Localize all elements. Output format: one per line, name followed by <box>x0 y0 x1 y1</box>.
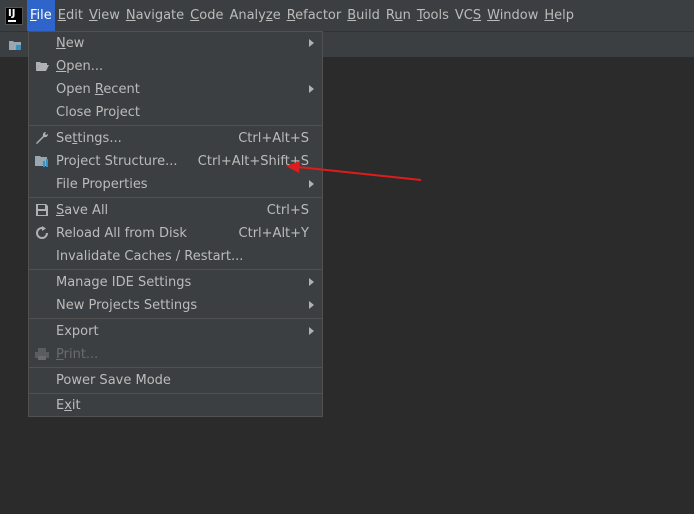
menu-separator <box>29 125 322 126</box>
menu-item-power-save-mode[interactable]: Power Save Mode <box>29 369 322 392</box>
menu-item-project-structure[interactable]: Project Structure... Ctrl+Alt+Shift+S <box>29 150 322 173</box>
menu-build[interactable]: Build <box>344 0 383 31</box>
menu-file[interactable]: File <box>27 0 55 31</box>
menu-item-label: Export <box>56 324 99 339</box>
submenu-arrow-icon <box>309 39 314 47</box>
project-folder-icon[interactable] <box>9 40 21 50</box>
submenu-arrow-icon <box>309 278 314 286</box>
menu-item-invalidate-caches[interactable]: Invalidate Caches / Restart... <box>29 245 322 268</box>
menu-vcs[interactable]: VCS <box>452 0 484 31</box>
project-structure-icon <box>35 156 48 167</box>
menu-item-manage-ide-settings[interactable]: Manage IDE Settings <box>29 271 322 294</box>
menu-code[interactable]: Code <box>187 0 226 31</box>
menu-separator <box>29 197 322 198</box>
menu-separator <box>29 367 322 368</box>
wrench-icon <box>36 131 49 144</box>
menu-navigate[interactable]: Navigate <box>123 0 187 31</box>
menu-item-shortcut: Ctrl+Alt+Shift+S <box>197 154 309 169</box>
menu-separator <box>29 318 322 319</box>
menu-help[interactable]: Help <box>541 0 577 31</box>
menu-item-exit[interactable]: Exit <box>29 394 322 417</box>
menu-item-export[interactable]: Export <box>29 320 322 343</box>
submenu-arrow-icon <box>309 301 314 309</box>
menu-item-print: Print... <box>29 343 322 366</box>
menu-item-label: Power Save Mode <box>56 373 171 388</box>
menu-item-close-project[interactable]: Close Project <box>29 101 322 124</box>
menu-item-label: Open... <box>56 59 104 74</box>
menu-item-label: Print... <box>56 347 99 362</box>
menu-item-shortcut: Ctrl+Alt+S <box>238 131 309 146</box>
submenu-arrow-icon <box>309 180 314 188</box>
menu-item-label: Open Recent <box>56 82 140 97</box>
menu-refactor[interactable]: Refactor <box>284 0 345 31</box>
open-folder-icon <box>36 62 49 71</box>
menu-separator <box>29 269 322 270</box>
menu-item-label: Exit <box>56 398 81 413</box>
menu-item-new[interactable]: New <box>29 32 322 55</box>
submenu-arrow-icon <box>309 327 314 335</box>
menu-item-label: Reload All from Disk <box>56 226 187 241</box>
menu-view[interactable]: View <box>86 0 123 31</box>
menu-analyze[interactable]: Analyze <box>226 0 283 31</box>
menu-edit[interactable]: Edit <box>55 0 86 31</box>
menu-item-label: Invalidate Caches / Restart... <box>56 249 244 264</box>
reload-icon <box>36 226 48 239</box>
menu-item-shortcut: Ctrl+S <box>266 203 309 218</box>
menu-item-settings[interactable]: Settings... Ctrl+Alt+S <box>29 127 322 150</box>
menu-window[interactable]: Window <box>484 0 541 31</box>
menu-item-label: New <box>56 36 85 51</box>
menu-item-save-all[interactable]: Save All Ctrl+S <box>29 199 322 222</box>
menu-item-new-projects-settings[interactable]: New Projects Settings <box>29 294 322 317</box>
menu-item-label: Close Project <box>56 105 141 120</box>
menu-item-open[interactable]: Open... <box>29 55 322 78</box>
menu-item-open-recent[interactable]: Open Recent <box>29 78 322 101</box>
printer-icon <box>35 348 49 360</box>
menu-bar: IJ File Edit View Navigate Code Analyze … <box>0 0 694 31</box>
menu-item-label: Project Structure... <box>56 154 178 169</box>
menu-item-label: Settings... <box>56 131 122 146</box>
menu-item-label: New Projects Settings <box>56 298 198 313</box>
menu-tools[interactable]: Tools <box>414 0 452 31</box>
menu-item-label: Save All <box>56 203 109 218</box>
menu-item-file-properties[interactable]: File Properties <box>29 173 322 196</box>
menu-item-label: Manage IDE Settings <box>56 275 192 290</box>
submenu-arrow-icon <box>309 85 314 93</box>
menu-run[interactable]: Run <box>383 0 414 31</box>
menu-item-shortcut: Ctrl+Alt+Y <box>238 226 309 241</box>
intellij-logo-icon: IJ <box>5 6 23 25</box>
save-icon <box>36 204 48 216</box>
menu-item-reload-all[interactable]: Reload All from Disk Ctrl+Alt+Y <box>29 222 322 245</box>
menu-item-label: File Properties <box>56 177 148 192</box>
file-menu-dropdown: New Open... Open Recent Close Project Se… <box>28 31 323 417</box>
